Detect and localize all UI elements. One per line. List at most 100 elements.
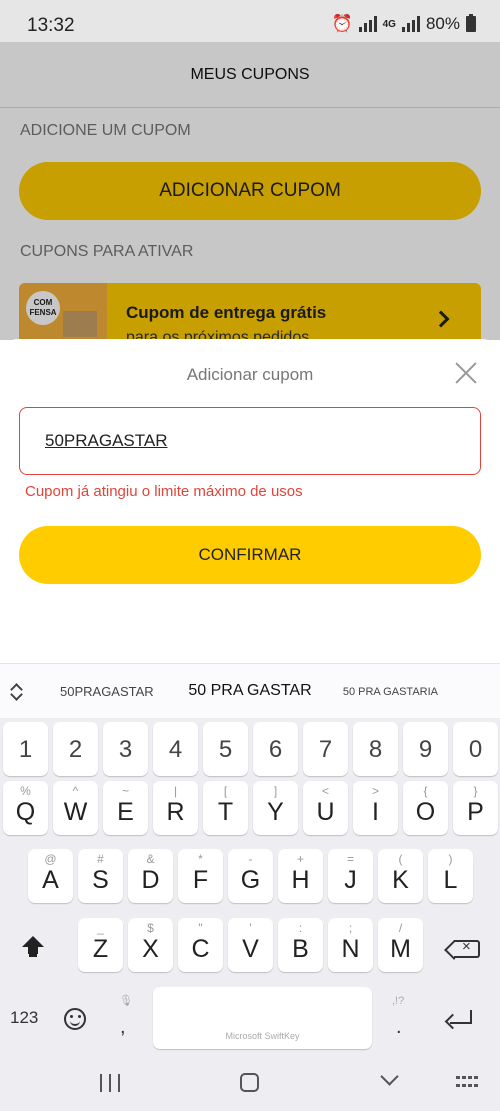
close-icon[interactable] <box>454 361 478 385</box>
key-hint: { <box>423 784 428 798</box>
key-e[interactable]: ~ E <box>103 781 148 835</box>
key-j[interactable]: = J <box>328 849 373 903</box>
key-w[interactable]: ^ W <box>53 781 98 835</box>
symbols-key[interactable]: 123 <box>10 1008 38 1028</box>
key-5[interactable]: 5 <box>203 722 248 776</box>
key-4[interactable]: 4 <box>153 722 198 776</box>
key-label: 8 <box>368 736 383 763</box>
status-icons: ⏰ 4G 80% <box>331 14 476 34</box>
key-label: V <box>242 935 259 963</box>
key-m[interactable]: / M <box>378 918 423 972</box>
key-a[interactable]: @ A <box>28 849 73 903</box>
key-k[interactable]: (K <box>378 849 423 903</box>
suggestion-bar: 50PRAGASTAR 50 PRA GASTAR 50 PRA GASTARI… <box>0 663 500 718</box>
key-hint: / <box>398 921 403 935</box>
key-hint: " <box>198 921 203 935</box>
key-hint: [ <box>223 784 228 798</box>
navigation-bar <box>0 1058 500 1111</box>
key-h[interactable]: + H <box>278 849 323 903</box>
network-type: 4G <box>382 18 396 30</box>
period-key-hint: ,!? <box>392 995 405 1007</box>
key-f[interactable]: * F <box>178 849 223 903</box>
recent-apps-icon[interactable] <box>100 1074 120 1092</box>
key-hint: * <box>198 852 203 866</box>
key-6[interactable]: 6 <box>253 722 298 776</box>
key-hint: = <box>346 852 354 866</box>
space-key-label: Microsoft SwiftKey <box>225 1031 300 1041</box>
key-label: G <box>240 866 261 894</box>
emoji-key-icon[interactable] <box>64 1008 86 1030</box>
key-z[interactable]: _ Z <box>78 918 123 972</box>
key-label: I <box>372 798 379 826</box>
signal-icon-2 <box>401 16 420 32</box>
key-t[interactable]: [T <box>203 781 248 835</box>
key-label: F <box>192 866 209 894</box>
key-v[interactable]: ' V <box>228 918 273 972</box>
key-c[interactable]: " C <box>178 918 223 972</box>
space-key[interactable]: Microsoft SwiftKey <box>153 987 372 1049</box>
key-hint: _ <box>97 921 104 935</box>
key-x[interactable]: $ X <box>128 918 173 972</box>
enter-key-icon[interactable] <box>450 1010 472 1024</box>
key-r[interactable]: | R <box>153 781 198 835</box>
status-bar: 13:32 ⏰ 4G 80% <box>0 0 500 42</box>
period-key[interactable]: . <box>396 1016 402 1039</box>
key-p[interactable]: } P <box>453 781 498 835</box>
key-label: W <box>63 798 88 826</box>
key-b[interactable]: :B <box>278 918 323 972</box>
key-hint: # <box>97 852 104 866</box>
key-label: P <box>467 798 484 826</box>
key-hint: ] <box>273 784 278 798</box>
key-0[interactable]: 0 <box>453 722 498 776</box>
key-label: 9 <box>418 736 433 763</box>
coupon-code-input[interactable]: 50PRAGASTAR <box>19 407 481 475</box>
key-y[interactable]: ] Y <box>253 781 298 835</box>
shift-key-icon[interactable] <box>22 936 44 958</box>
key-label: L <box>443 866 458 894</box>
backspace-key-icon[interactable]: × <box>454 938 480 958</box>
key-label: U <box>316 798 335 826</box>
key-label: D <box>141 866 160 894</box>
mic-icon: 🎙 <box>119 995 133 1007</box>
comma-key[interactable]: , <box>120 1016 126 1039</box>
key-9[interactable]: 9 <box>403 722 448 776</box>
key-q[interactable]: % Q <box>3 781 48 835</box>
key-label: Z <box>92 935 109 963</box>
modal-backdrop[interactable] <box>0 42 500 340</box>
key-label: 6 <box>268 736 283 763</box>
keyboard-hide-icon[interactable] <box>456 1076 478 1090</box>
key-l[interactable]: ) L <box>428 849 473 903</box>
key-3[interactable]: 3 <box>103 722 148 776</box>
battery-icon <box>466 14 476 32</box>
key-label: A <box>42 866 59 894</box>
key-label: S <box>92 866 109 894</box>
key-d[interactable]: & D <box>128 849 173 903</box>
key-hint: } <box>473 784 478 798</box>
key-n[interactable]: ; N <box>328 918 373 972</box>
suggestion-right[interactable]: 50 PRA GASTARIA <box>343 686 438 698</box>
key-label: K <box>392 866 409 894</box>
key-hint: ^ <box>72 784 79 798</box>
key-hint: > <box>371 784 379 798</box>
key-1[interactable]: 1 <box>3 722 48 776</box>
key-hint: & <box>146 852 155 866</box>
key-s[interactable]: # S <box>78 849 123 903</box>
key-2[interactable]: 2 <box>53 722 98 776</box>
alarm-icon: ⏰ <box>331 14 353 33</box>
key-i[interactable]: > I <box>353 781 398 835</box>
key-7[interactable]: 7 <box>303 722 348 776</box>
key-label: T <box>217 798 234 826</box>
key-label: Y <box>267 798 284 826</box>
key-o[interactable]: {O <box>403 781 448 835</box>
key-label: C <box>191 935 210 963</box>
key-u[interactable]: < U <box>303 781 348 835</box>
key-g[interactable]: -G <box>228 849 273 903</box>
key-label: 3 <box>118 736 133 763</box>
key-hint: ' <box>249 921 252 935</box>
key-hint: - <box>248 852 253 866</box>
home-icon[interactable] <box>240 1073 259 1092</box>
back-icon[interactable] <box>380 1067 399 1086</box>
key-8[interactable]: 8 <box>353 722 398 776</box>
confirm-button[interactable]: CONFIRMAR <box>19 526 481 584</box>
key-label: N <box>341 935 360 963</box>
